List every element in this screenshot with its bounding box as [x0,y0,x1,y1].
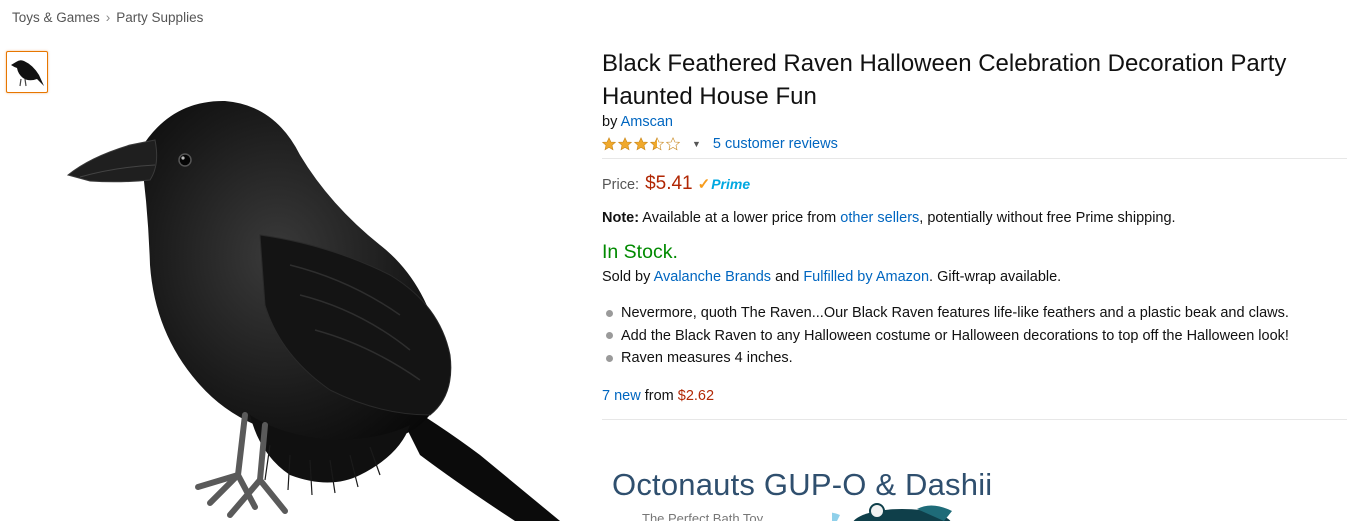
other-offers: 7 new from $2.62 [602,388,714,404]
bullet-text: Nevermore, quoth The Raven...Our Black R… [621,305,1289,322]
price-value: $5.41 [645,173,693,194]
price-label: Price: [602,177,640,193]
bullet-icon [606,309,613,317]
ad-subtitle: The Perfect Bath Toy [642,511,764,521]
breadcrumb-separator: › [105,10,111,25]
raven-thumbnail-icon [11,60,44,87]
product-title: Black Feathered Raven Halloween Celebrat… [602,50,1287,110]
bullet-icon [606,354,613,362]
divider [602,158,1347,159]
bullet-text: Add the Black Raven to any Halloween cos… [621,327,1289,344]
breadcrumb-party-supplies[interactable]: Party Supplies [116,10,203,25]
seller-link[interactable]: Avalanche Brands [654,269,771,285]
prime-check-icon: ✓ [697,176,711,193]
prime-badge: ✓ Prime [698,175,751,193]
rating-row: ▼ 5 customer reviews [602,136,838,152]
feature-bullet: Add the Black Raven to any Halloween cos… [602,325,1289,348]
star-rating-icon[interactable] [602,137,682,151]
ad-toy-image [832,503,952,521]
by-label: by [602,114,618,130]
breadcrumb: Toys & Games › Party Supplies [12,10,203,25]
offers-price: $2.62 [677,388,715,404]
customer-reviews-link[interactable]: 5 customer reviews [713,136,838,152]
product-thumbnail[interactable] [6,51,48,93]
sponsored-ad-banner[interactable]: Octonauts GUP-O & Dashii The Perfect Bat… [602,465,1054,521]
new-offers-link[interactable]: 7 new [602,388,641,404]
note-text-end: , potentially without free Prime shippin… [919,210,1176,226]
rating-dropdown-caret-icon[interactable]: ▼ [692,139,701,149]
gift-wrap-text: . Gift-wrap available. [929,269,1062,285]
note-text: Available at a lower price from [642,210,837,226]
feature-bullet: Nevermore, quoth The Raven...Our Black R… [602,302,1289,325]
byline: by Amscan [602,114,673,130]
bullet-text: Raven measures 4 inches. [621,350,793,367]
feature-bullets: Nevermore, quoth The Raven...Our Black R… [602,302,1289,370]
brand-link[interactable]: Amscan [621,114,673,130]
breadcrumb-toys-games[interactable]: Toys & Games [12,10,100,25]
price-row: Price: $5.41 ✓ Prime [602,173,750,195]
other-sellers-link[interactable]: other sellers [840,210,919,226]
product-main-image[interactable] [60,95,570,521]
offers-from-label: from [644,388,674,404]
divider [602,419,1347,420]
bullet-icon [606,332,613,340]
note-label: Note: [602,210,640,226]
lower-price-note: Note: Available at a lower price from ot… [602,210,1176,226]
prime-label: Prime [711,176,751,192]
sold-and: and [775,269,800,285]
fulfilled-by-amazon-link[interactable]: Fulfilled by Amazon [803,269,929,285]
stars-icon [602,137,680,151]
stock-status: In Stock. [602,241,678,263]
sold-by-line: Sold by Avalanche Brands and Fulfilled b… [602,269,1061,285]
feature-bullet: Raven measures 4 inches. [602,347,1289,370]
sold-by-label: Sold by [602,269,651,285]
